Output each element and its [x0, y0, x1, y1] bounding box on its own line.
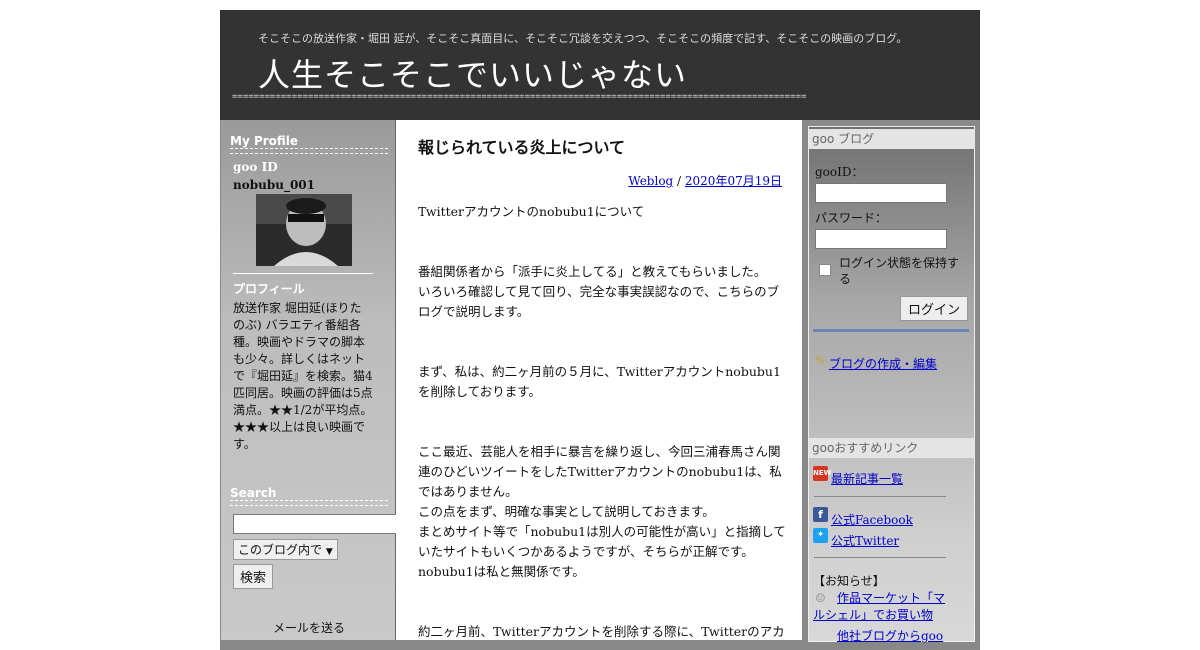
- blog-title[interactable]: 人生そこそこでいいじゃない: [258, 50, 687, 96]
- right-sidebar-inner: goo ブログ gooID： パスワード： ログイン状態を保持する ログイン ✎…: [808, 126, 975, 643]
- password-label: パスワード：: [815, 211, 888, 225]
- mail-link[interactable]: メールを送る: [273, 619, 345, 636]
- avatar-image: [256, 194, 352, 266]
- profile-divider: [233, 273, 373, 274]
- profile-heading: My Profile: [230, 134, 299, 148]
- recommend-heading: gooおすすめリンク: [809, 438, 975, 458]
- gooid-label: gooID：: [815, 165, 864, 179]
- links-divider: [814, 496, 946, 497]
- right-sidebar: goo ブログ gooID： パスワード： ログイン状態を保持する ログイン ✎…: [802, 120, 979, 643]
- twitter-icon: ✦: [813, 528, 828, 543]
- post-paragraph: ここ最近、芸能人を相手に暴言を繰り返し、今回三浦春馬さん関連のひどいツイートをし…: [418, 444, 786, 579]
- post-title[interactable]: 報じられている炎上について: [418, 134, 625, 158]
- remember-login-checkbox[interactable]: [819, 264, 831, 276]
- blog-header: そこそこの放送作家・堀田 延が、そこそこ真面目に、そこそこ冗談を交えつつ、そこそ…: [220, 10, 980, 120]
- password-input[interactable]: [815, 229, 947, 249]
- profile-text: 放送作家 堀田延(ほりたのぶ) バラエティ番組各種。映画やドラマの脚本も少々。詳…: [233, 301, 373, 451]
- profile-heading-divider: [230, 148, 388, 154]
- meta-separator: /: [673, 174, 685, 188]
- latest-articles-link[interactable]: 最新記事一覧: [831, 470, 903, 487]
- chevron-down-icon: ▼: [325, 547, 333, 557]
- post-paragraph: 約二ヶ月前、Twitterアカウントを削除する際に、Twitterのアカ: [418, 624, 785, 639]
- links-divider: [814, 557, 946, 558]
- new-badge-icon: NEW: [813, 466, 831, 481]
- notice-link[interactable]: 作品マーケット「マルシェル」でお買い物: [813, 590, 949, 624]
- left-sidebar: My Profile goo ID nobubu_001 プロフィール 放送作家…: [221, 120, 403, 640]
- twitter-link[interactable]: 公式Twitter: [831, 532, 899, 549]
- post-paragraph: Twitterアカウントのnobubu1について: [418, 204, 645, 219]
- login-divider: [813, 329, 969, 332]
- search-scope-select[interactable]: このブログ内で ▼: [233, 539, 338, 560]
- facebook-icon: f: [813, 507, 828, 522]
- search-heading: Search: [230, 486, 277, 500]
- page-frame: そこそこの放送作家・堀田 延が、そこそこ真面目に、そこそこ冗談を交えつつ、そこそ…: [220, 10, 980, 650]
- post-paragraph: まず、私は、約二ヶ月前の５月に、Twitterアカウントnobubu1を削除して…: [418, 364, 781, 399]
- login-heading: goo ブログ: [809, 129, 975, 149]
- notice-heading: 【お知らせ】: [813, 574, 885, 588]
- header-divider: ========================================…: [232, 92, 807, 102]
- avatar[interactable]: [256, 194, 352, 266]
- create-blog-link[interactable]: ブログの作成・編集: [829, 355, 937, 372]
- search-input[interactable]: [233, 514, 403, 534]
- goo-id-value: nobubu_001: [233, 178, 316, 192]
- blog-tagline: そこそこの放送作家・堀田 延が、そこそこ真面目に、そこそこ冗談を交えつつ、そこそ…: [258, 32, 908, 45]
- search-heading-divider: [230, 500, 388, 506]
- pencil-icon: ✎: [815, 354, 826, 369]
- post-paragraph: 番組関係者から「派手に炎上してる」と教えてもらいました。 いろいろ確認して見て回…: [418, 264, 780, 319]
- post-meta: Weblog / 2020年07月19日: [628, 172, 782, 189]
- login-button[interactable]: ログイン: [900, 296, 969, 321]
- profile-text-heading: プロフィール: [233, 282, 305, 296]
- main-content: 報じられている炎上について Weblog / 2020年07月19日 Twitt…: [396, 120, 802, 640]
- facebook-link[interactable]: 公式Facebook: [831, 511, 913, 528]
- post-date-link[interactable]: 2020年07月19日: [685, 174, 782, 188]
- search-scope-value: このブログ内で: [238, 543, 323, 557]
- post-category-link[interactable]: Weblog: [628, 174, 673, 188]
- gooid-input[interactable]: [815, 183, 947, 203]
- goo-id-label: goo ID: [233, 160, 278, 174]
- remember-login-label: ログイン状態を保持する: [839, 256, 960, 286]
- search-button[interactable]: 検索: [233, 564, 274, 589]
